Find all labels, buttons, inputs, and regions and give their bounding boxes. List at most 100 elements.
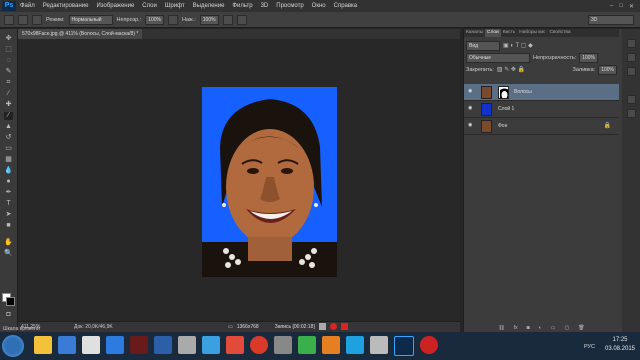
layer-row-layer1[interactable]: ◉ Слой 1	[464, 101, 619, 118]
panel-opacity-field[interactable]: 100%	[579, 52, 599, 63]
app8-taskbar-icon[interactable]	[370, 336, 388, 354]
quick-mask-icon[interactable]: ◘	[4, 311, 13, 319]
menu-window[interactable]: Окно	[308, 3, 330, 9]
menu-edit[interactable]: Редактирование	[39, 3, 93, 9]
maximize-icon[interactable]: □	[619, 3, 623, 10]
utorrent-taskbar-icon[interactable]	[298, 336, 316, 354]
menu-help[interactable]: Справка	[330, 3, 362, 9]
layer-row-hair[interactable]: ◉ Волосы	[464, 84, 619, 101]
zoom-tool-icon[interactable]: 🔍	[4, 250, 13, 258]
brush-size-icon[interactable]	[18, 14, 28, 25]
dodge-tool-icon[interactable]: ●	[4, 178, 13, 186]
app6-taskbar-icon[interactable]	[274, 336, 292, 354]
minimize-icon[interactable]: –	[610, 3, 613, 10]
shape-tool-icon[interactable]: ■	[4, 222, 13, 230]
fill-field[interactable]: 100%	[598, 64, 617, 75]
brush-tool-preset-icon[interactable]	[4, 14, 14, 25]
tab-brush-presets[interactable]: Наборы кис	[517, 29, 547, 37]
marquee-tool-icon[interactable]: ⬚	[4, 46, 13, 54]
panel-icon-color[interactable]	[627, 39, 636, 48]
panel-icon-history[interactable]	[627, 95, 636, 104]
delete-layer-icon[interactable]: 🗑	[578, 325, 584, 332]
menu-filter[interactable]: Фильтр	[228, 3, 256, 9]
adjustment-layer-icon[interactable]: ◐	[539, 325, 542, 332]
layer-kind-select[interactable]: Вид	[466, 40, 500, 51]
stop-icon[interactable]	[340, 323, 348, 330]
eyedropper-tool-icon[interactable]: ⁄	[4, 90, 13, 98]
ie-taskbar-icon[interactable]	[106, 336, 124, 354]
opacity-field[interactable]: 100%	[145, 14, 164, 25]
healing-tool-icon[interactable]: ✚	[4, 101, 13, 109]
language-indicator[interactable]: РУС	[584, 344, 595, 350]
menu-view[interactable]: Просмотр	[272, 3, 307, 9]
panel-icon-adjustments[interactable]	[627, 67, 636, 76]
photoshop-taskbar-icon[interactable]	[394, 336, 414, 356]
path-select-tool-icon[interactable]: ➤	[4, 211, 13, 219]
mode-select[interactable]: Нормальный	[68, 14, 113, 25]
media-taskbar-icon[interactable]	[58, 336, 76, 354]
menu-image[interactable]: Изображение	[92, 3, 138, 9]
crop-tool-icon[interactable]: ⌗	[4, 79, 13, 87]
pause-icon[interactable]	[318, 323, 326, 330]
hand-tool-icon[interactable]: ✋	[4, 239, 13, 247]
type-tool-icon[interactable]: T	[4, 200, 13, 208]
layer-style-icon[interactable]: fx	[514, 325, 518, 332]
menu-layers[interactable]: Слои	[138, 3, 161, 9]
menu-type[interactable]: Шрифт	[161, 3, 189, 9]
lasso-tool-icon[interactable]: ◌	[4, 57, 13, 65]
panel-icon-actions[interactable]	[627, 109, 636, 118]
visibility-eye-icon[interactable]: ◉	[468, 123, 474, 128]
new-layer-icon[interactable]: ▢	[564, 325, 569, 332]
menu-file[interactable]: Файл	[16, 3, 39, 9]
record-icon[interactable]	[329, 323, 337, 330]
pressure-size-icon[interactable]	[236, 14, 247, 25]
start-button[interactable]	[2, 335, 24, 357]
panel-icon-swatches[interactable]	[627, 53, 636, 62]
tab-properties[interactable]: Свойства	[547, 29, 572, 37]
app2-taskbar-icon[interactable]	[154, 336, 172, 354]
app3-taskbar-icon[interactable]	[178, 336, 196, 354]
layer-row-background[interactable]: ◉ Фон 🔒	[464, 118, 619, 135]
brush-panel-toggle-icon[interactable]	[32, 14, 42, 25]
system-clock[interactable]: 17:25 03.08.2015	[603, 336, 637, 354]
close-icon[interactable]: ✕	[629, 3, 634, 10]
blend-mode-select[interactable]: Обычные	[466, 52, 530, 63]
explorer-taskbar-icon[interactable]	[34, 336, 52, 354]
pressure-opacity-icon[interactable]	[168, 14, 178, 25]
layer-mask-thumbnail[interactable]	[498, 86, 509, 99]
document-image[interactable]	[202, 87, 337, 277]
visibility-eye-icon[interactable]: ◉	[468, 89, 474, 94]
link-layers-icon[interactable]: ⛓	[498, 325, 504, 332]
workspace-select[interactable]: 3D	[588, 14, 634, 25]
visibility-eye-icon[interactable]: ◉	[468, 106, 474, 111]
clone-stamp-tool-icon[interactable]: ▲	[4, 123, 13, 131]
recorder-taskbar-icon[interactable]	[420, 336, 438, 354]
yandex-taskbar-icon[interactable]	[250, 336, 268, 354]
quick-select-tool-icon[interactable]: ✎	[4, 68, 13, 76]
eraser-tool-icon[interactable]: ▭	[4, 145, 13, 153]
game-taskbar-icon[interactable]	[130, 336, 148, 354]
app4-taskbar-icon[interactable]	[202, 336, 220, 354]
filter-icons[interactable]: ▣ ◐ T ▢ ◆	[503, 42, 533, 49]
pen-tool-icon[interactable]: ✒	[4, 189, 13, 197]
timeline-label[interactable]: Шкала времени	[3, 326, 40, 332]
skype-taskbar-icon[interactable]	[346, 336, 364, 354]
brush-tool-icon[interactable]: ⁄	[4, 112, 13, 120]
add-mask-icon[interactable]: ◙	[527, 325, 530, 332]
tab-layers[interactable]: Слои	[485, 29, 501, 37]
new-group-icon[interactable]: ▭	[551, 325, 556, 332]
history-brush-tool-icon[interactable]: ↺	[4, 134, 13, 142]
gradient-tool-icon[interactable]: ▦	[4, 156, 13, 164]
tab-channels[interactable]: Каналы	[464, 29, 485, 37]
document-tab[interactable]: 570x98Face.jpg @ 411% (Волосы, Слой-маск…	[18, 29, 143, 39]
app-taskbar-icon[interactable]	[82, 336, 100, 354]
menu-3d[interactable]: 3D	[257, 3, 273, 9]
app5-taskbar-icon[interactable]	[226, 336, 244, 354]
menu-select[interactable]: Выделение	[189, 3, 229, 9]
blur-tool-icon[interactable]: 💧	[4, 167, 13, 175]
lock-icons[interactable]: ▧ ✎ ✥ 🔒	[497, 66, 525, 73]
tab-brush[interactable]: Кисть	[501, 29, 518, 37]
app7-taskbar-icon[interactable]	[322, 336, 340, 354]
airbrush-icon[interactable]	[222, 14, 233, 25]
move-tool-icon[interactable]: ✥	[4, 35, 13, 43]
